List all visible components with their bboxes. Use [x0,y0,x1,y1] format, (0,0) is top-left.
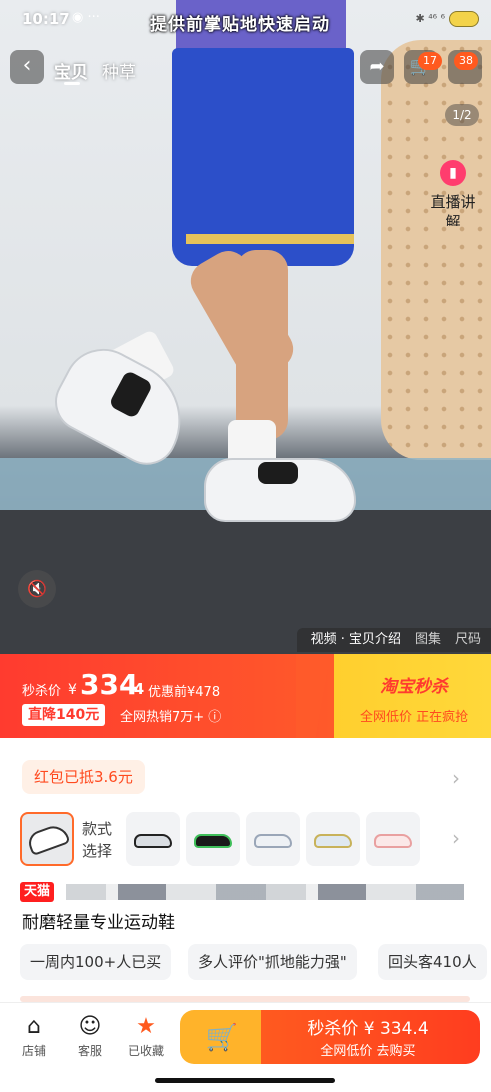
shop-button[interactable]: ⌂ 店铺 [12,1014,56,1059]
sku-selected-thumbnail[interactable] [20,812,74,866]
product-title: 耐磨轻量专业运动鞋 [22,913,175,933]
sku-thumbnail[interactable] [126,812,180,866]
chevron-right-icon[interactable]: › [452,766,460,790]
home-indicator [155,1078,335,1083]
message-badge: 38 [454,52,478,70]
smiley-icon: ☺ [78,1014,102,1039]
buy-price-label[interactable]: 秒杀价 ¥ 334.4 [262,1014,474,1039]
media-counter: 1/2 [445,104,479,126]
tag-review-highlight[interactable]: 多人评价"抓地能力强" [188,944,357,980]
favorite-button[interactable]: ★ 已收藏 [124,1014,168,1059]
sku-thumbnail[interactable] [186,812,240,866]
shop-icon: ⌂ [27,1014,41,1039]
cart-badge: 17 [418,52,442,70]
price-currency: ¥ [68,682,77,698]
right-leg [236,250,288,440]
product-video[interactable] [0,0,491,654]
media-tab-video[interactable]: 视频 · 宝贝介绍 [311,628,401,652]
sku-selector-label[interactable]: 款式选择 [82,818,118,862]
sales-count[interactable]: 全网热销7万+ ⓘ [120,706,221,725]
sku-thumbnail[interactable] [306,812,360,866]
media-tab-gallery[interactable]: 图集 [415,628,441,652]
tmall-badge: 天猫 [20,882,55,902]
share-icon: ➦ [369,56,385,77]
live-bars-icon: ▮ [440,160,466,186]
media-tab-size[interactable]: 尺码 [455,628,481,652]
sku-thumbnail[interactable] [366,812,420,866]
price-drop-badge: 直降140元 [22,704,106,726]
flash-price-label: 秒杀价 [22,684,62,699]
back-button[interactable]: ‹ [10,50,44,84]
battery-icon [449,11,479,27]
customer-service-button[interactable]: ☺ 客服 [68,1014,112,1059]
redacted-title-text [66,884,464,900]
add-to-cart-icon[interactable]: 🛒 [196,1018,248,1058]
flash-price-decimal: .4 [128,680,145,698]
status-time: 10:17 [22,10,70,28]
pegboard-background [381,40,491,460]
video-caption: 提供前掌贴地快速启动 [150,15,330,35]
status-icons-right: ✱ ⁴⁶ ⁶ [415,12,445,25]
taobao-flash-sale-logo: 淘宝秒杀 [380,677,448,697]
sneaker-right [204,458,356,522]
speaker-muted-icon: 🔇 [27,579,47,598]
tab-underline [64,82,80,85]
sneaker-left [44,334,202,476]
tag-repeat-customers[interactable]: 回头客410人 [378,944,487,980]
original-price: 优惠前¥478 [148,685,221,700]
favorited-label: 已收藏 [127,1044,164,1058]
tag-weekly-buyers[interactable]: 一周内100+人已买 [20,944,172,980]
star-icon: ★ [136,1014,156,1039]
basketball-shorts [172,48,354,266]
media-tabs: 视频 · 宝贝介绍 图集 尺码 [296,628,491,652]
chevron-left-icon: ‹ [22,53,32,78]
chevron-right-icon[interactable]: › [452,826,460,850]
sku-thumbnail[interactable] [246,812,300,866]
mute-button[interactable]: 🔇 [18,570,56,608]
tab-seeding[interactable]: 种草 [102,58,136,83]
status-icons-left: ◉ ··· [72,10,100,25]
live-explain-label: 直播讲解 [430,193,476,226]
shop-label: 店铺 [21,1044,46,1058]
tab-product[interactable]: 宝贝 [54,58,88,83]
service-label: 客服 [77,1044,102,1058]
live-explain-button[interactable]: ▮ 直播讲解 [426,160,480,232]
red-packet-discount[interactable]: 红包已抵3.6元 [22,760,145,794]
buy-subtitle[interactable]: 全网低价 去购买 [262,1040,474,1059]
flash-sale-subtitle: 全网低价 正在疯抢 [360,710,469,725]
share-button[interactable]: ➦ [360,50,394,84]
